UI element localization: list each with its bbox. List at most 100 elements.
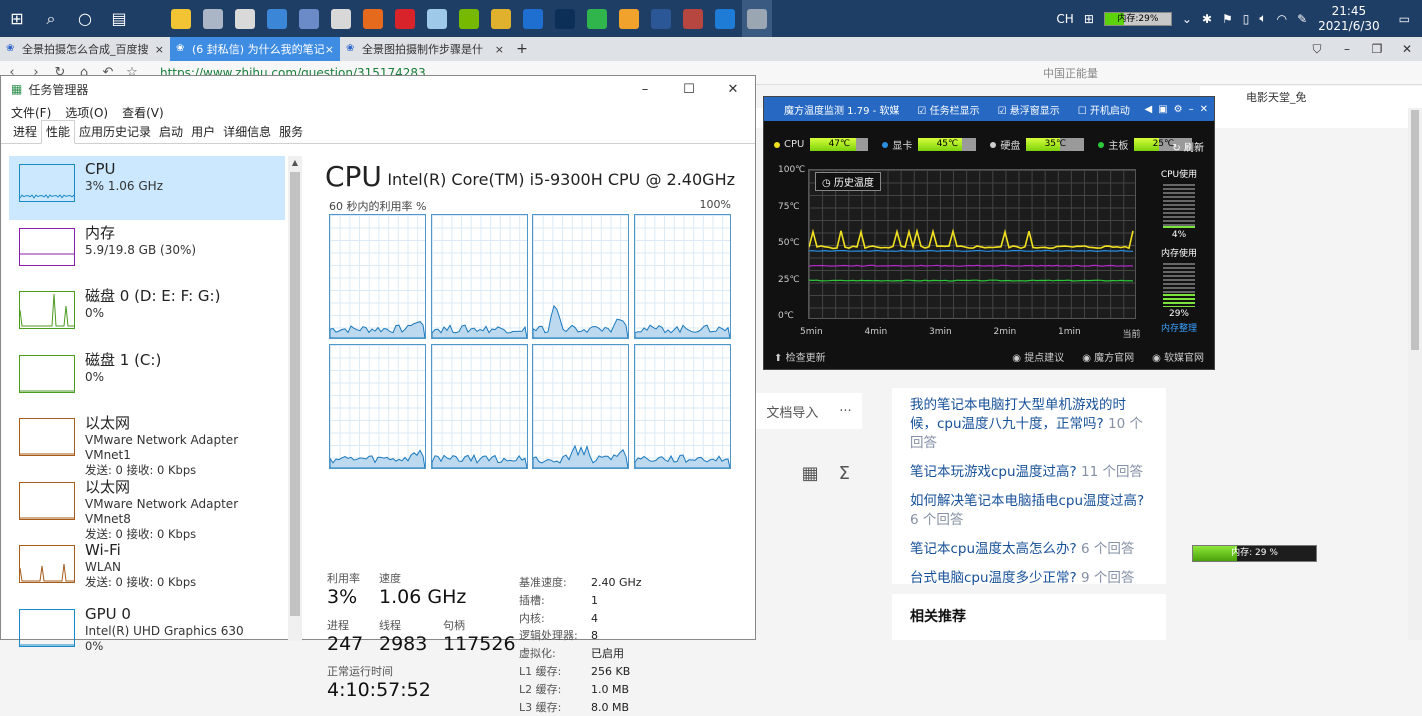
more-icon[interactable]: ··· xyxy=(839,404,851,419)
resource-item-1[interactable]: 内存 5.9/19.8 GB (30%) xyxy=(9,220,285,284)
task-view-icon[interactable]: ▤ xyxy=(102,0,136,37)
tmon-close-icon[interactable]: ✕ xyxy=(1200,104,1208,115)
related-question-0[interactable]: 我的笔记本电脑打大型单机游戏的时候，cpu温度八九十度，正常吗? 10 个回答 xyxy=(910,396,1148,453)
nvidia-app-icon[interactable] xyxy=(454,0,484,37)
tm-tab-6[interactable]: 服务 xyxy=(275,123,307,143)
resource-item-3[interactable]: 磁盘 1 (C:) 0% xyxy=(9,347,285,411)
mail-app-icon[interactable] xyxy=(262,0,292,37)
chevron-down-icon[interactable]: ⌄ xyxy=(1177,12,1197,26)
flag-icon[interactable]: ⚑ xyxy=(1217,12,1238,26)
resource-item-7[interactable]: GPU 0 Intel(R) UHD Graphics 630 0% xyxy=(9,601,285,665)
close-icon[interactable]: ✕ xyxy=(1392,37,1422,61)
resource-item-0[interactable]: CPU 3% 1.06 GHz xyxy=(9,156,285,220)
scroll-up-icon[interactable]: ▲ xyxy=(288,156,302,170)
minimize-icon[interactable]: – xyxy=(1332,37,1362,61)
table-icon[interactable]: ▦ xyxy=(802,463,819,484)
page-scrollbar[interactable] xyxy=(1408,108,1422,640)
related-question-3[interactable]: 笔记本cpu温度太高怎么办? 6 个回答 xyxy=(910,540,1148,559)
tm-menu-item-2[interactable]: 查看(V) xyxy=(122,104,164,121)
tmon-check-2[interactable]: ☐ 开机启动 xyxy=(1078,102,1130,117)
tm-tab-4[interactable]: 用户 xyxy=(187,123,219,143)
tm-menu-item-0[interactable]: 文件(F) xyxy=(11,104,51,121)
skin-icon[interactable]: ▣ xyxy=(1158,104,1167,115)
edge-app-icon[interactable] xyxy=(710,0,740,37)
ime-indicator[interactable]: CH xyxy=(1051,12,1078,26)
tmon-titlebar: 魔方温度监测 1.79 - 软媒 ☑ 任务栏显示 ☑ 悬浮窗显示 ☐ 开机启动 ◀︎… xyxy=(764,97,1214,121)
tab-close-icon[interactable]: × xyxy=(155,43,164,56)
scroll-thumb[interactable] xyxy=(290,172,300,616)
photoshop-app-icon[interactable] xyxy=(550,0,580,37)
start-windows-icon[interactable]: ⊞ xyxy=(0,0,34,37)
browser-tab-0[interactable]: ❀ 全景拍摄怎么合成_百度搜 × xyxy=(0,37,170,61)
mem-clean-link[interactable]: 内存整理 xyxy=(1150,321,1208,334)
related-question-4[interactable]: 台式电脑cpu温度多少正常? 9 个回答 xyxy=(910,569,1148,588)
folder-app-icon[interactable] xyxy=(166,0,196,37)
restore-icon[interactable]: ❐ xyxy=(1362,37,1392,61)
footer-link-1[interactable]: ◉ 魔方官网 xyxy=(1082,349,1134,364)
cortana-icon[interactable]: ○ xyxy=(68,0,102,37)
refresh-button[interactable]: ↻ 刷新 xyxy=(1172,139,1204,154)
clock-app-icon[interactable] xyxy=(230,0,260,37)
tm-tab-1[interactable]: 性能 xyxy=(41,120,76,144)
resource-item-6[interactable]: Wi-Fi WLAN 发送: 0 接收: 0 Kbps xyxy=(9,537,285,601)
formula-icon[interactable]: Σ xyxy=(839,463,850,484)
footer-link-0[interactable]: ◉ 提点建议 xyxy=(1012,349,1064,364)
shield-icon[interactable]: ✱ xyxy=(1197,12,1217,26)
firefox-app-icon[interactable] xyxy=(358,0,388,37)
plane-app-icon[interactable] xyxy=(326,0,356,37)
doc-import-button[interactable]: 文档导入 xyxy=(766,402,818,421)
tm-close-icon[interactable]: ✕ xyxy=(711,82,755,97)
resource-item-4[interactable]: 以太网 VMware Network Adapter VMnet1 发送: 0 接收… xyxy=(9,410,285,477)
notes-app-icon[interactable] xyxy=(422,0,452,37)
ime-grid-icon[interactable]: ⊞ xyxy=(1079,12,1099,26)
memory-badge[interactable]: 内存:29% xyxy=(1099,11,1177,26)
word-app-icon[interactable] xyxy=(646,0,676,37)
tm-tab-5[interactable]: 详细信息 xyxy=(219,123,275,143)
server-app-icon[interactable] xyxy=(294,0,324,37)
volume-icon[interactable]: 🔈︎ xyxy=(1254,11,1271,26)
new-tab-button[interactable]: + xyxy=(510,37,534,61)
wifi-icon[interactable]: ◠ xyxy=(1272,12,1292,26)
bookmark-item[interactable]: 电影天堂_免 xyxy=(1246,89,1307,105)
tm-tab-2[interactable]: 应用历史记录 xyxy=(75,123,155,143)
mute-icon[interactable]: ◀︎ xyxy=(1144,104,1152,115)
resource-thumbnail xyxy=(19,354,75,393)
resource-item-5[interactable]: 以太网 VMware Network Adapter VMnet8 发送: 0 接收… xyxy=(9,474,285,541)
tmon-check-1[interactable]: ☑ 悬浮窗显示 xyxy=(998,102,1060,117)
tm-tab-3[interactable]: 启动 xyxy=(155,123,187,143)
tm-menu-item-1[interactable]: 选项(O) xyxy=(65,104,108,121)
chrome-app-icon[interactable] xyxy=(486,0,516,37)
brand-link[interactable]: 中国正能量 xyxy=(1043,61,1098,85)
resource-scrollbar[interactable]: ▲ xyxy=(288,156,302,641)
tm-tab-0[interactable]: 进程 xyxy=(9,123,41,143)
people-app-icon[interactable] xyxy=(678,0,708,37)
opera-app-icon[interactable] xyxy=(390,0,420,37)
tab-close-icon[interactable]: × xyxy=(325,43,334,56)
browser-tab-1[interactable]: ❀ (6 封私信) 为什么我的笔记 × xyxy=(170,37,340,61)
shirt-icon[interactable]: ⛉ xyxy=(1302,37,1332,61)
bluetooth-app-icon[interactable] xyxy=(518,0,548,37)
tmon-check-0[interactable]: ☑ 任务栏显示 xyxy=(917,102,979,117)
tm-minimize-icon[interactable]: – xyxy=(623,82,667,97)
video-app-icon[interactable] xyxy=(614,0,644,37)
search-icon[interactable]: ⌕ xyxy=(34,0,68,37)
tmon-minimize-icon[interactable]: – xyxy=(1189,104,1194,115)
resource-item-2[interactable]: 磁盘 0 (D: E: F: G:) 0% xyxy=(9,283,285,347)
tab-close-icon[interactable]: × xyxy=(495,43,504,56)
browser-tab-2[interactable]: ❀ 全景图拍摄制作步骤是什 × xyxy=(340,37,510,61)
wechat-app-icon[interactable] xyxy=(582,0,612,37)
battery-icon[interactable]: ▯ xyxy=(1238,12,1255,26)
tempmon-app-icon[interactable] xyxy=(742,0,772,37)
notification-icon[interactable]: ▭ xyxy=(1394,12,1422,26)
tm-maximize-icon[interactable]: ☐ xyxy=(667,82,711,97)
clock[interactable]: 21:45 2021/6/30 xyxy=(1312,4,1394,34)
footer-link-2[interactable]: ◉ 软媒官网 xyxy=(1152,349,1204,364)
check-update-link[interactable]: ⬆ 检查更新 xyxy=(774,349,826,364)
settings-gear-icon[interactable]: ⚙ xyxy=(1174,104,1183,115)
related-question-2[interactable]: 如何解决笔记本电脑插电cpu温度过高? 6 个回答 xyxy=(910,492,1148,530)
related-question-1[interactable]: 笔记本玩游戏cpu温度过高? 11 个回答 xyxy=(910,463,1148,482)
history-temp-button[interactable]: ◷ 历史温度 xyxy=(815,172,881,191)
pc-app-icon[interactable] xyxy=(198,0,228,37)
memory-widget[interactable]: 内存: 29 % xyxy=(1192,545,1317,562)
pen-icon[interactable]: ✎ xyxy=(1292,12,1312,26)
